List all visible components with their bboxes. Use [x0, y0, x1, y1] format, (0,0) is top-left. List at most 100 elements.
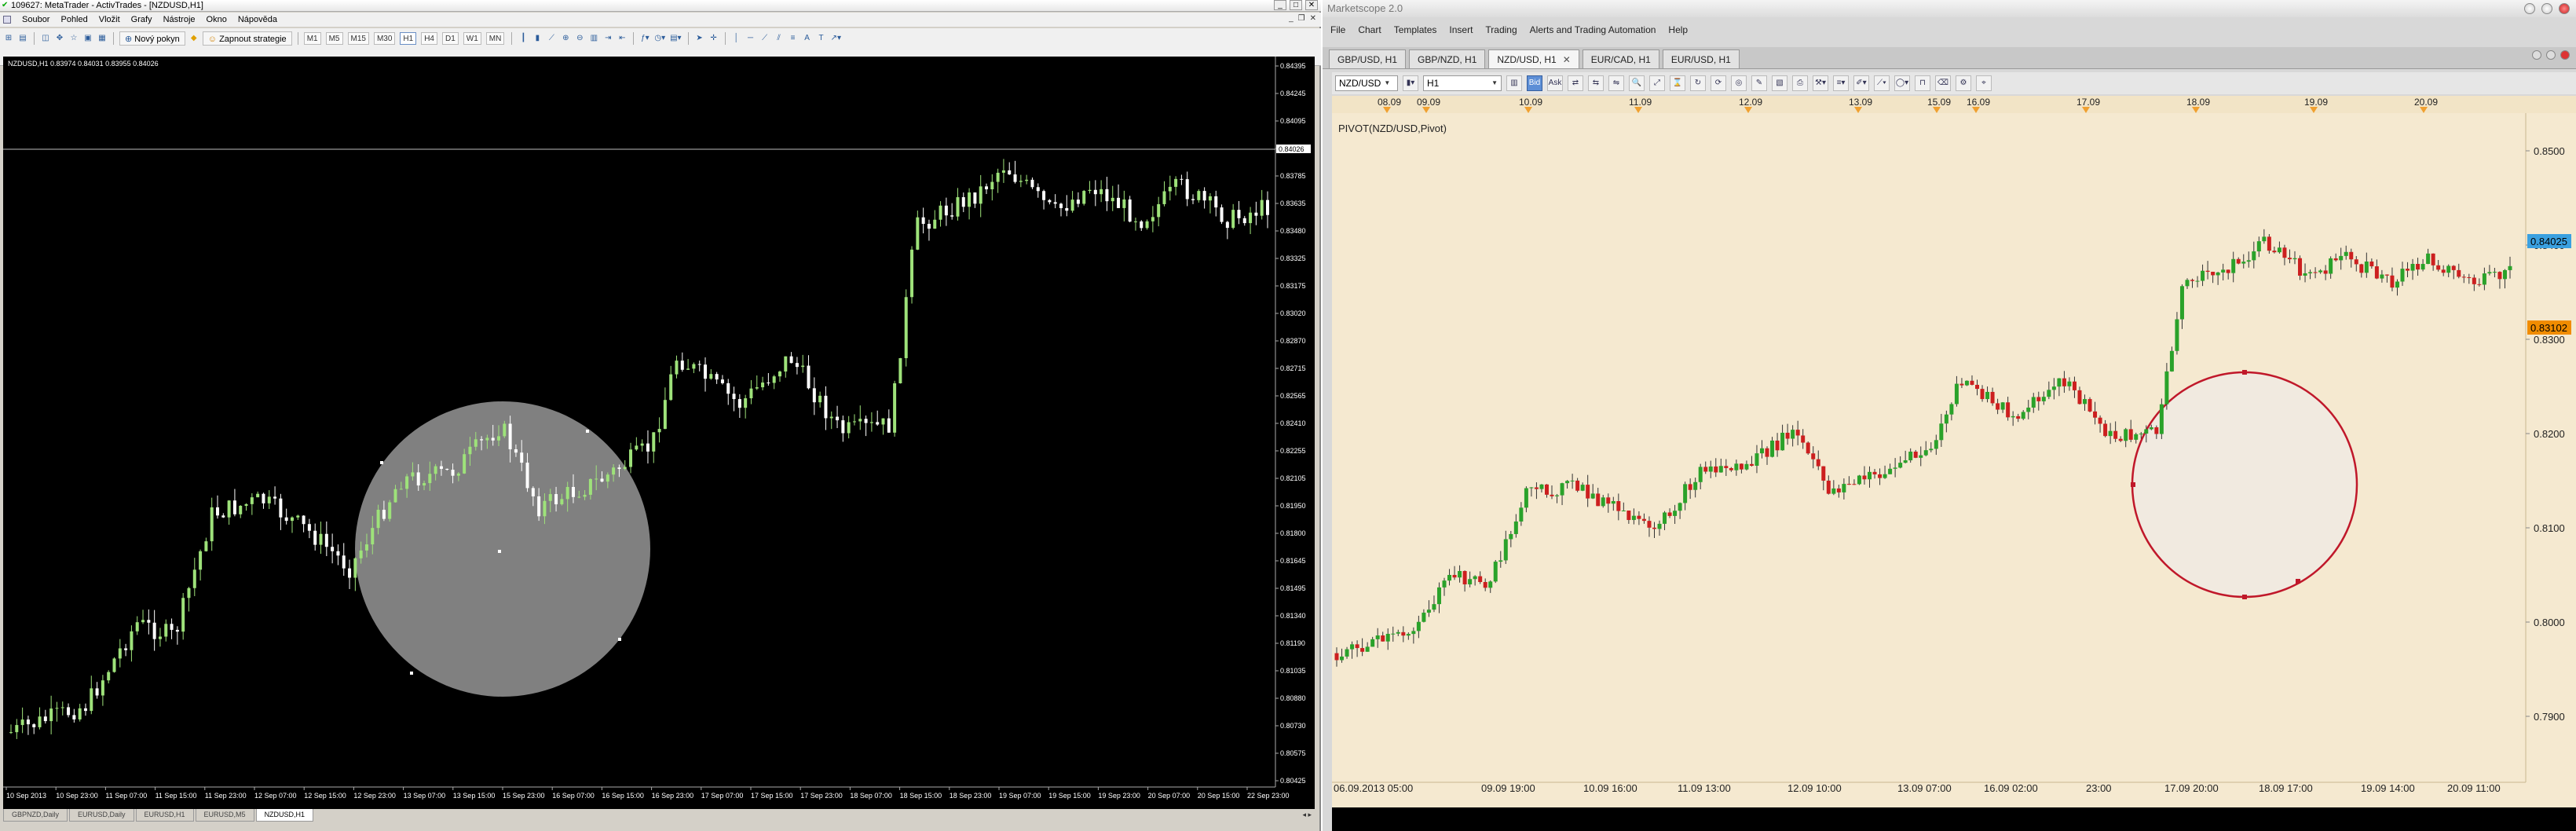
menu-soubor[interactable]: Soubor	[22, 15, 49, 24]
objects-icon[interactable]: ⚙	[1956, 75, 1971, 91]
ms-menu-alerts[interactable]: Alerts and Trading Automation	[1530, 24, 1656, 35]
timeframe-select[interactable]: H1 ▼	[1423, 75, 1502, 91]
market-watch-icon[interactable]: ◫	[40, 32, 51, 45]
tf-h1[interactable]: H1	[400, 32, 417, 45]
ms-child-minimize-button[interactable]	[2532, 50, 2541, 60]
templates-icon[interactable]: ▤▾	[669, 32, 682, 45]
data-window-icon[interactable]: ✥	[54, 32, 65, 45]
ms-menu-chart[interactable]: Chart	[1358, 24, 1381, 35]
hourglass-icon[interactable]: ⌛	[1670, 75, 1685, 91]
terminal-icon[interactable]: ▣	[82, 32, 93, 45]
tab-scroll-arrows-icon[interactable]: ◂ ▸	[1302, 811, 1312, 819]
maximize-button[interactable]: □	[1290, 0, 1302, 10]
ms-menu-insert[interactable]: Insert	[1449, 24, 1473, 35]
tf-w1[interactable]: W1	[463, 32, 481, 45]
child-minimize-button[interactable]: _	[1289, 14, 1293, 23]
label-icon[interactable]: T	[816, 32, 827, 45]
menu-nastroje[interactable]: Nástroje	[163, 15, 196, 24]
ms-tab-eurusd[interactable]: EUR/USD, H1	[1662, 49, 1740, 68]
sync-alt-icon[interactable]: ⇆	[1588, 75, 1604, 91]
menu-okno[interactable]: Okno	[207, 15, 227, 24]
crosshair-icon[interactable]: ✛	[708, 32, 719, 45]
close-button[interactable]: ✕	[1305, 0, 1318, 10]
fit-icon[interactable]: ⤢	[1649, 75, 1665, 91]
ms-tab-eurcad[interactable]: EUR/CAD, H1	[1582, 49, 1659, 68]
globe-icon[interactable]: ◎	[1731, 75, 1747, 91]
ms-menu-help[interactable]: Help	[1668, 24, 1688, 35]
ms-child-close-button[interactable]	[2560, 50, 2570, 60]
refresh-alt-icon[interactable]: ⟳	[1711, 75, 1726, 91]
profiles-icon[interactable]: ▤	[17, 32, 28, 45]
vertical-line-icon[interactable]: │	[731, 32, 742, 45]
menu-pohled[interactable]: Pohled	[60, 15, 87, 24]
ms-minimize-button[interactable]	[2524, 3, 2535, 14]
line-chart-icon[interactable]: ⟋	[546, 32, 557, 45]
menu-vlozit[interactable]: Vložit	[99, 15, 120, 24]
tf-m30[interactable]: M30	[373, 32, 396, 45]
pencil-icon[interactable]: ✎	[1751, 75, 1767, 91]
candle-type-icon[interactable]: ▮▾	[1403, 75, 1418, 91]
tf-m15[interactable]: M15	[347, 32, 369, 45]
tf-d1[interactable]: D1	[442, 32, 459, 45]
mt-tab-gbpnzd-daily[interactable]: GBPNZD,Daily	[3, 809, 68, 822]
zoom-in-icon[interactable]: ⊕	[560, 32, 571, 45]
shapes-icon[interactable]: ◯▾	[1894, 75, 1910, 91]
ms-menu-file[interactable]: File	[1330, 24, 1345, 35]
eraser-icon[interactable]: ⌫	[1935, 75, 1951, 91]
fib-tool-icon[interactable]: ⊓	[1915, 75, 1930, 91]
tf-m5[interactable]: M5	[325, 32, 343, 45]
ms-tab-gbpnzd[interactable]: GBP/NZD, H1	[1409, 49, 1486, 68]
ms-menu-templates[interactable]: Templates	[1394, 24, 1437, 35]
compare-icon[interactable]: ⇋	[1608, 75, 1624, 91]
image-icon[interactable]: ▧	[1772, 75, 1787, 91]
new-order-button[interactable]: ⊕ Nový pokyn	[119, 31, 185, 46]
minimize-button[interactable]: _	[1274, 0, 1286, 10]
navigator-icon[interactable]: ☆	[68, 32, 79, 45]
mt-tab-eurusd-m5[interactable]: EURUSD,M5	[195, 809, 254, 822]
ms-tab-gbpusd[interactable]: GBP/USD, H1	[1329, 49, 1407, 68]
start-strategy-button[interactable]: ☺ Zapnout strategie	[202, 31, 292, 46]
bar-chart-icon[interactable]: ┃	[518, 32, 529, 45]
new-chart-icon[interactable]: ⊞	[3, 32, 14, 45]
zoom-icon[interactable]: 🔍	[1629, 75, 1645, 91]
cursor-icon[interactable]: ➤	[694, 32, 705, 45]
zoom-out-icon[interactable]: ⊖	[574, 32, 585, 45]
ms-chart-area[interactable]: 08.09 09.09 10.09 11.09 12.09 13.09 15.09 16.09…	[1332, 96, 2576, 807]
ms-child-restore-button[interactable]	[2546, 50, 2556, 60]
child-restore-button[interactable]: ❐	[1298, 14, 1305, 23]
ms-tab-nzdusd[interactable]: NZD/USD, H1 ✕	[1488, 49, 1579, 68]
periods-icon[interactable]: ◷▾	[653, 32, 666, 45]
ms-menu-trading[interactable]: Trading	[1485, 24, 1517, 35]
crosshair-tool-icon[interactable]: ⌖	[1976, 75, 1992, 91]
channel-icon[interactable]: ⫽	[774, 32, 785, 45]
sync-icon[interactable]: ⇄	[1568, 75, 1583, 91]
tile-icon[interactable]: ▥	[588, 32, 599, 45]
mt-tab-eurusd-h1[interactable]: EURUSD,H1	[135, 809, 194, 822]
lines-icon[interactable]: ≡▾	[1833, 75, 1849, 91]
text-icon[interactable]: A	[802, 32, 813, 45]
mt-chart-svg[interactable]: 0.843950.842450.840950.839400.837850.836…	[3, 57, 1315, 809]
metaeditor-icon[interactable]: ◆	[188, 32, 199, 45]
trendline-tool-icon[interactable]: ⟋▾	[1874, 75, 1890, 91]
trendline-icon[interactable]: ⟋	[759, 32, 770, 45]
mt-tab-nzdusd-h1[interactable]: NZDUSD,H1	[255, 809, 314, 822]
chart-shift-icon[interactable]: ⇤	[617, 32, 628, 45]
ms-close-button[interactable]	[2559, 3, 2570, 14]
autoscroll-icon[interactable]: ⇥	[602, 32, 613, 45]
menu-grafy[interactable]: Grafy	[131, 15, 152, 24]
close-tab-icon[interactable]: ✕	[1563, 54, 1571, 65]
arrows-icon[interactable]: ↗▾	[830, 32, 842, 45]
horizontal-line-icon[interactable]: ─	[745, 32, 756, 45]
child-close-button[interactable]: ✕	[1310, 14, 1316, 23]
instrument-select[interactable]: NZD/USD ▼	[1335, 75, 1398, 91]
candlestick-icon[interactable]: ▮	[532, 32, 543, 45]
tester-icon[interactable]: ▦	[97, 32, 108, 45]
bid-button[interactable]: Bid	[1527, 75, 1542, 91]
drawing-icon[interactable]: ✐▾	[1853, 75, 1869, 91]
ms-chart-svg[interactable]: 08.09 09.09 10.09 11.09 12.09 13.09 15.09 16.09…	[1332, 96, 2576, 807]
indicators-icon[interactable]: ƒ▾	[639, 32, 650, 45]
chart-style-icon[interactable]: ▥	[1506, 75, 1522, 91]
tools-icon[interactable]: ⚒▾	[1813, 75, 1828, 91]
menu-napoveda[interactable]: Nápověda	[238, 15, 277, 24]
tf-h4[interactable]: H4	[421, 32, 437, 45]
